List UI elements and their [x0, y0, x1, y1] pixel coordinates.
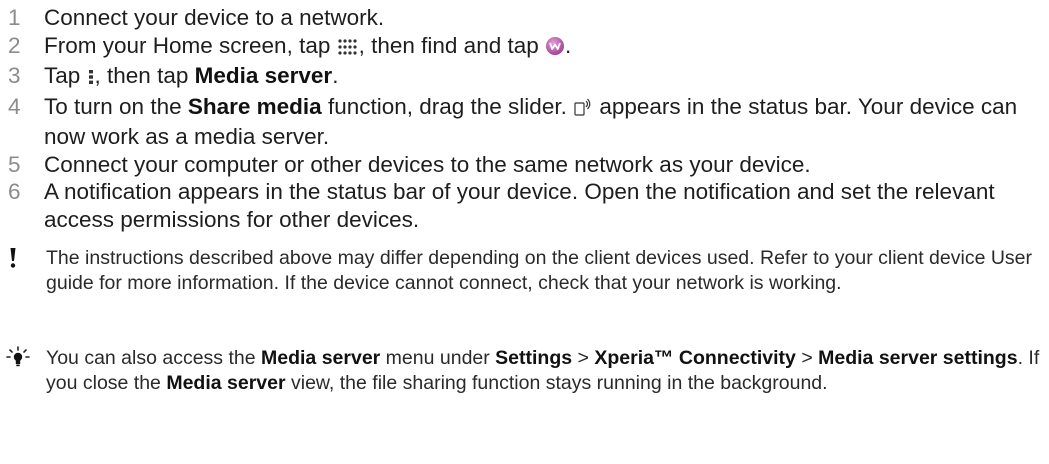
- step-number: 2: [8, 32, 21, 58]
- lightbulb-icon: [6, 346, 30, 375]
- warning-text: The instructions described above may dif…: [46, 247, 1033, 294]
- media-server-settings-label: Media server settings: [818, 347, 1018, 369]
- step-number: 5: [8, 151, 21, 177]
- tip-text-part: view, the file sharing function stays ru…: [285, 371, 828, 394]
- share-media-label: Share media: [187, 93, 322, 119]
- step-text: A notification appears in the status bar…: [44, 179, 995, 232]
- tip-text-part: menu under: [380, 347, 496, 369]
- media-server-label: Media server: [261, 347, 381, 369]
- step-3: 3 Tap , then tap Media server.: [6, 62, 1046, 93]
- xperia-connectivity-label: Xperia™ Connectivity: [594, 347, 796, 369]
- step-text: Connect your device to a network.: [44, 5, 385, 30]
- step-4: 4 To turn on the Share media function, d…: [6, 93, 1046, 151]
- settings-label: Settings: [495, 347, 573, 369]
- step-1: 1 Connect your device to a network.: [6, 4, 1046, 32]
- instruction-steps: 1 Connect your device to a network. 2 Fr…: [6, 4, 1046, 233]
- step-5: 5 Connect your computer or other devices…: [6, 151, 1046, 179]
- step-text: .: [332, 63, 339, 88]
- step-text: Tap: [44, 63, 87, 88]
- step-text: .: [565, 32, 572, 58]
- step-6: 6 A notification appears in the status b…: [6, 178, 1046, 233]
- step-text: , then tap: [94, 63, 195, 88]
- apps-grid-icon: [337, 35, 359, 63]
- exclamation-icon: [6, 246, 20, 277]
- media-server-status-icon: [573, 96, 593, 124]
- tip-text-part: >: [795, 347, 819, 369]
- tip-text-part: You can also access the: [46, 347, 262, 369]
- tip-text-part: >: [572, 347, 595, 369]
- step-text: From your Home screen, tap: [44, 32, 337, 58]
- media-server-label: Media server: [194, 63, 333, 88]
- media-server-label: Media server: [166, 371, 286, 394]
- step-number: 3: [8, 63, 21, 88]
- overflow-menu-icon: [87, 65, 95, 93]
- step-text: , then find and tap: [358, 32, 546, 58]
- tip-text: You can also access the Media server men…: [46, 346, 1041, 395]
- step-2: 2 From your Home screen, tap , then find…: [6, 32, 1046, 63]
- step-number: 1: [8, 5, 21, 30]
- step-text: To turn on the: [44, 93, 188, 119]
- step-text: function, drag the slider.: [321, 93, 574, 119]
- walkman-app-icon: [545, 35, 565, 63]
- step-number: 6: [8, 179, 21, 204]
- step-text: Connect your computer or other devices t…: [44, 151, 811, 177]
- step-number: 4: [8, 93, 21, 119]
